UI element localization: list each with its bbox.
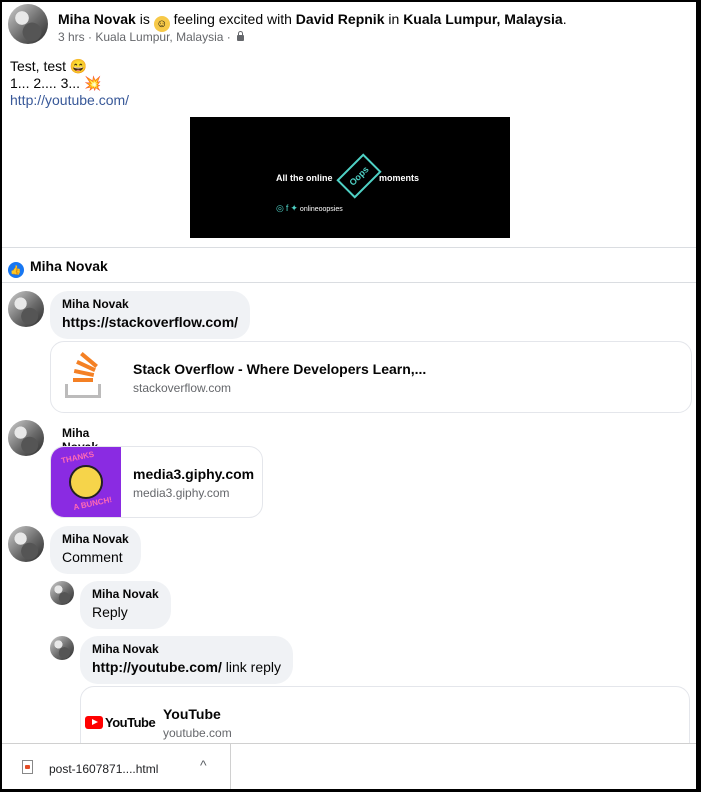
video-text-left: All the online	[276, 173, 333, 183]
video-text-right: moments	[379, 173, 420, 183]
post-headline: Miha Novak is ☺ feeling excited with Dav…	[58, 11, 567, 32]
meta-location[interactable]: Kuala Lumpur, Malaysia	[95, 30, 223, 44]
comment-bubble: Miha Novak Comment	[50, 526, 141, 574]
post-time[interactable]: 3 hrs	[58, 30, 85, 44]
youtube-logo: YouTube	[85, 715, 156, 730]
post-window: Miha Novak is ☺ feeling excited with Dav…	[2, 2, 696, 788]
reply-link[interactable]: http://youtube.com/	[92, 659, 222, 675]
comment-bubble: Miha Novak https://stackoverflow.com/	[50, 291, 251, 339]
explosion-icon: 💥	[83, 75, 102, 91]
reply-author[interactable]: Miha Novak	[92, 587, 159, 601]
in-text: in	[388, 11, 400, 27]
download-file-name[interactable]: post-1607871....html	[49, 762, 158, 776]
feeling-text: feeling excited with	[173, 11, 292, 27]
stackoverflow-logo	[65, 352, 101, 398]
divider	[2, 282, 696, 283]
post-body: Test, test 😄 1... 2.... 3... 💥 http://yo…	[10, 58, 129, 109]
reply-author[interactable]: Miha Novak	[92, 642, 281, 656]
giphy-thumbnail: THANKS A BUNCH!	[51, 447, 121, 517]
comment-avatar[interactable]	[8, 526, 44, 562]
author-name[interactable]: Miha Novak	[58, 11, 136, 27]
comment-author[interactable]: Miha Novak	[62, 532, 129, 546]
youtube-logo-text: YouTube	[105, 715, 156, 730]
chevron-up-icon[interactable]: ^	[200, 757, 207, 773]
card-domain: youtube.com	[163, 726, 232, 740]
post-text-line2: 1... 2.... 3... 💥	[10, 75, 129, 92]
comment-author[interactable]: Miha Novak	[62, 297, 238, 311]
card-domain: stackoverflow.com	[133, 381, 232, 395]
reply-text: Reply	[92, 604, 128, 620]
lock-icon	[237, 31, 245, 41]
social-handle: onlineoopsies	[299, 206, 343, 213]
video-preview[interactable]: All the online Oops moments ◎ f ✦ onlineoop…	[190, 117, 510, 238]
post-meta: 3 hrs · Kuala Lumpur, Malaysia ·	[58, 30, 245, 44]
divider	[2, 247, 696, 248]
tagged-name[interactable]: David Repnik	[296, 11, 385, 27]
comment-avatar[interactable]	[8, 420, 44, 456]
twitter-icon: ✦	[290, 203, 298, 213]
reply-bubble: Miha Novak Reply	[80, 581, 171, 629]
link-preview-card[interactable]: Stack Overflow - Where Developers Learn,…	[50, 341, 692, 413]
card-domain: media3.giphy.com	[133, 486, 230, 500]
oops-badge: Oops	[336, 153, 382, 199]
instagram-icon: ◎	[276, 203, 284, 213]
reply-avatar[interactable]	[50, 636, 74, 660]
reply-bubble: Miha Novak http://youtube.com/ link repl…	[80, 636, 294, 684]
card-title: media3.giphy.com	[133, 466, 255, 482]
download-item[interactable]: post-1607871....html ^	[2, 744, 231, 789]
reply-text: link reply	[221, 659, 282, 675]
author-avatar[interactable]	[8, 4, 48, 44]
location-link[interactable]: Kuala Lumpur, Malaysia	[403, 11, 563, 27]
is-text: is	[139, 11, 150, 27]
comment-avatar[interactable]	[8, 291, 44, 327]
period: .	[562, 11, 567, 27]
card-title: Stack Overflow - Where Developers Learn,…	[133, 361, 427, 377]
link-preview-card[interactable]: THANKS A BUNCH! media3.giphy.com media3.…	[50, 446, 263, 518]
youtube-play-icon	[85, 716, 103, 729]
post-link[interactable]: http://youtube.com/	[10, 92, 129, 108]
facebook-icon: f	[285, 203, 289, 213]
like-icon: 👍	[8, 262, 24, 278]
comment-text: Comment	[62, 549, 123, 565]
html-file-icon	[22, 760, 33, 774]
reaction-row: 👍 Miha Novak	[8, 258, 108, 278]
post-text-count: 1... 2.... 3...	[10, 75, 81, 91]
video-social: ◎ f ✦ onlineoopsies	[276, 203, 343, 214]
download-bar: post-1607871....html ^	[2, 743, 696, 789]
post-text-line1: Test, test 😄	[10, 58, 88, 74]
comment-link[interactable]: https://stackoverflow.com/	[62, 314, 238, 330]
thumb-text-top: THANKS	[60, 449, 95, 466]
reaction-name[interactable]: Miha Novak	[30, 258, 108, 274]
banana-icon	[69, 465, 103, 499]
card-title: YouTube	[163, 706, 221, 722]
reply-avatar[interactable]	[50, 581, 74, 605]
